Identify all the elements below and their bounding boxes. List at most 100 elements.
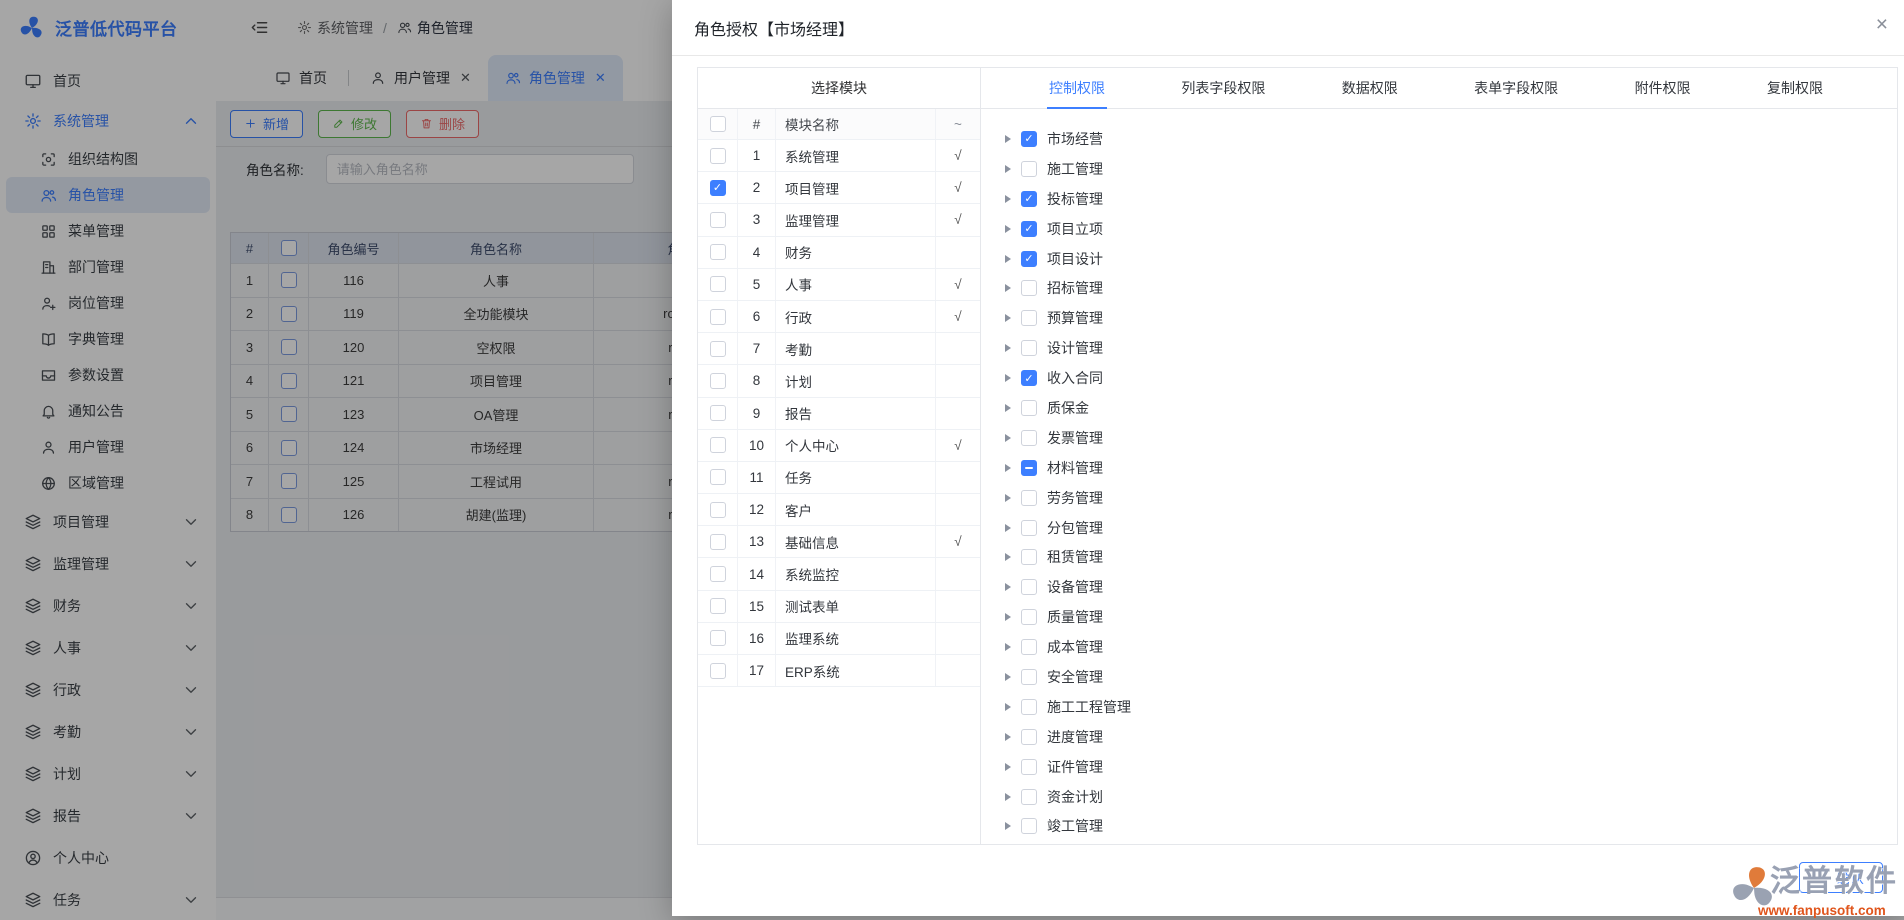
- module-checkbox[interactable]: [710, 276, 726, 292]
- tree-checkbox[interactable]: ✓: [1021, 131, 1037, 147]
- module-checkbox[interactable]: [710, 534, 726, 550]
- tree-node[interactable]: ✓项目设计: [1005, 244, 1897, 274]
- tree-checkbox[interactable]: [1021, 161, 1037, 177]
- tree-checkbox[interactable]: ✓: [1021, 370, 1037, 386]
- expand-arrow-icon[interactable]: [1005, 733, 1011, 741]
- module-row[interactable]: 14系统监控: [698, 558, 980, 590]
- module-row[interactable]: 5人事√: [698, 269, 980, 301]
- tree-checkbox[interactable]: ✓: [1021, 251, 1037, 267]
- expand-arrow-icon[interactable]: [1005, 225, 1011, 233]
- module-checkbox[interactable]: [710, 373, 726, 389]
- tree-node[interactable]: 分包管理: [1005, 513, 1897, 543]
- tree-checkbox[interactable]: [1021, 579, 1037, 595]
- expand-arrow-icon[interactable]: [1005, 314, 1011, 322]
- module-row[interactable]: 10个人中心√: [698, 430, 980, 462]
- expand-arrow-icon[interactable]: [1005, 524, 1011, 532]
- module-row[interactable]: 9报告: [698, 398, 980, 430]
- tree-node[interactable]: ✓项目立项: [1005, 214, 1897, 244]
- expand-arrow-icon[interactable]: [1005, 583, 1011, 591]
- tree-node[interactable]: 成本管理: [1005, 632, 1897, 662]
- tree-node[interactable]: 进度管理: [1005, 722, 1897, 752]
- tree-checkbox[interactable]: [1021, 789, 1037, 805]
- module-row[interactable]: 4财务: [698, 237, 980, 269]
- module-select-all-checkbox[interactable]: [710, 116, 726, 132]
- expand-arrow-icon[interactable]: [1005, 165, 1011, 173]
- tree-checkbox[interactable]: [1021, 759, 1037, 775]
- expand-arrow-icon[interactable]: [1005, 494, 1011, 502]
- expand-arrow-icon[interactable]: [1005, 434, 1011, 442]
- tree-node[interactable]: ✓市场经营: [1005, 124, 1897, 154]
- tree-node[interactable]: 劳务管理: [1005, 483, 1897, 513]
- expand-arrow-icon[interactable]: [1005, 613, 1011, 621]
- permission-tab-data[interactable]: 数据权限: [1342, 68, 1398, 108]
- tree-node[interactable]: 资金计划: [1005, 782, 1897, 812]
- permission-tab-form-field[interactable]: 表单字段权限: [1474, 68, 1558, 108]
- permission-tab-list-field[interactable]: 列表字段权限: [1181, 68, 1265, 108]
- tree-checkbox[interactable]: [1021, 340, 1037, 356]
- module-row[interactable]: 12客户: [698, 494, 980, 526]
- tree-checkbox[interactable]: [1021, 549, 1037, 565]
- module-checkbox[interactable]: [710, 244, 726, 260]
- module-checkbox[interactable]: [710, 663, 726, 679]
- tree-checkbox[interactable]: [1021, 609, 1037, 625]
- tree-node[interactable]: 质量管理: [1005, 602, 1897, 632]
- expand-arrow-icon[interactable]: [1005, 374, 1011, 382]
- module-checkbox[interactable]: [710, 566, 726, 582]
- tree-node[interactable]: 竣工管理: [1005, 811, 1897, 841]
- tree-node[interactable]: 施工工程管理: [1005, 692, 1897, 722]
- module-row[interactable]: 1系统管理√: [698, 140, 980, 172]
- expand-arrow-icon[interactable]: [1005, 822, 1011, 830]
- tree-node[interactable]: 招标管理: [1005, 273, 1897, 303]
- tree-node[interactable]: 预算管理: [1005, 303, 1897, 333]
- expand-arrow-icon[interactable]: [1005, 553, 1011, 561]
- expand-arrow-icon[interactable]: [1005, 643, 1011, 651]
- tree-node[interactable]: 材料管理: [1005, 453, 1897, 483]
- permission-tab-copy[interactable]: 复制权限: [1767, 68, 1823, 108]
- module-checkbox[interactable]: [710, 341, 726, 357]
- permission-tab-control[interactable]: 控制权限: [1049, 68, 1105, 108]
- tree-node[interactable]: 安全管理: [1005, 662, 1897, 692]
- tree-node[interactable]: 设备管理: [1005, 572, 1897, 602]
- tree-checkbox[interactable]: ✓: [1021, 191, 1037, 207]
- tree-node[interactable]: 设计管理: [1005, 333, 1897, 363]
- tree-checkbox[interactable]: [1021, 699, 1037, 715]
- tree-node[interactable]: 发票管理: [1005, 423, 1897, 453]
- module-checkbox[interactable]: [710, 502, 726, 518]
- tree-node[interactable]: 证件管理: [1005, 752, 1897, 782]
- module-checkbox[interactable]: [710, 437, 726, 453]
- tree-checkbox[interactable]: [1021, 639, 1037, 655]
- tree-node[interactable]: 质保金: [1005, 393, 1897, 423]
- expand-arrow-icon[interactable]: [1005, 255, 1011, 263]
- module-checkbox[interactable]: ✓: [710, 180, 726, 196]
- close-icon[interactable]: ×: [1876, 14, 1888, 35]
- expand-arrow-icon[interactable]: [1005, 135, 1011, 143]
- tree-checkbox[interactable]: [1021, 280, 1037, 296]
- tree-checkbox[interactable]: [1021, 490, 1037, 506]
- module-checkbox[interactable]: [710, 309, 726, 325]
- module-checkbox[interactable]: [710, 630, 726, 646]
- tree-node[interactable]: 施工管理: [1005, 154, 1897, 184]
- expand-arrow-icon[interactable]: [1005, 195, 1011, 203]
- module-row[interactable]: 8计划: [698, 365, 980, 397]
- module-row[interactable]: 3监理管理√: [698, 204, 980, 236]
- tree-checkbox[interactable]: [1021, 310, 1037, 326]
- tree-checkbox[interactable]: [1021, 400, 1037, 416]
- expand-arrow-icon[interactable]: [1005, 703, 1011, 711]
- permission-tab-attachment[interactable]: 附件权限: [1635, 68, 1691, 108]
- module-row[interactable]: 13基础信息√: [698, 526, 980, 558]
- tree-checkbox[interactable]: [1021, 669, 1037, 685]
- module-row[interactable]: 15测试表单: [698, 591, 980, 623]
- tree-checkbox[interactable]: [1021, 460, 1037, 476]
- expand-arrow-icon[interactable]: [1005, 464, 1011, 472]
- module-row[interactable]: 6行政√: [698, 301, 980, 333]
- expand-arrow-icon[interactable]: [1005, 284, 1011, 292]
- module-row[interactable]: 7考勤: [698, 333, 980, 365]
- expand-arrow-icon[interactable]: [1005, 673, 1011, 681]
- expand-arrow-icon[interactable]: [1005, 793, 1011, 801]
- module-row[interactable]: ✓2项目管理√: [698, 172, 980, 204]
- module-checkbox[interactable]: [710, 148, 726, 164]
- expand-arrow-icon[interactable]: [1005, 763, 1011, 771]
- module-checkbox[interactable]: [710, 469, 726, 485]
- expand-arrow-icon[interactable]: [1005, 344, 1011, 352]
- module-row[interactable]: 11任务: [698, 462, 980, 494]
